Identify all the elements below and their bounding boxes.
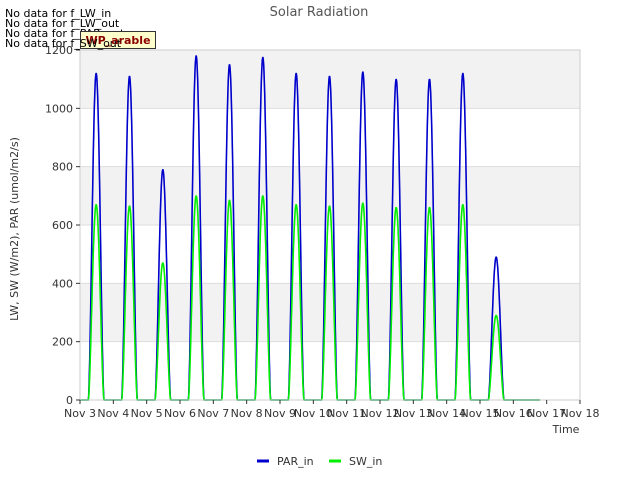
legend-label: PAR_in [277, 455, 314, 468]
y-tick-label: 0 [66, 394, 73, 407]
x-axis-label: Time [552, 423, 580, 436]
background-bands [80, 50, 580, 342]
x-tick-label: Nov 6 [164, 407, 196, 420]
x-tick-label: Nov 3 [64, 407, 96, 420]
x-tick-label: Nov 18 [561, 407, 600, 420]
y-axis-ticks: 020040060080010001200 [45, 44, 80, 407]
no-data-message: No data for f_SW_out [5, 37, 122, 50]
x-tick-label: Nov 7 [197, 407, 229, 420]
y-axis-label: LW, SW (W/m2), PAR (umol/m2/s) [8, 137, 21, 321]
chart-title: Solar Radiation [270, 5, 369, 20]
solar-radiation-chart: 020040060080010001200 Nov 3 Nov 4 Nov 5 Nov… [8, 5, 599, 468]
y-tick-label: 600 [52, 219, 73, 232]
y-tick-label: 800 [52, 161, 73, 174]
x-tick-label: Nov 8 [231, 407, 263, 420]
y-tick-label: 400 [52, 277, 73, 290]
y-tick-label: 200 [52, 336, 73, 349]
x-tick-label: Nov 5 [131, 407, 163, 420]
legend: PAR_in SW_in [257, 455, 382, 468]
x-tick-label: Nov 4 [97, 407, 129, 420]
y-tick-label: 1000 [45, 102, 73, 115]
background-band [80, 166, 580, 225]
x-axis-ticks: Nov 3 Nov 4 Nov 5 Nov 6 Nov 7 Nov 8 Nov 9 Nov 1… [64, 400, 599, 420]
x-tick-label: Nov 9 [264, 407, 296, 420]
background-band [80, 283, 580, 342]
legend-label: SW_in [349, 455, 382, 468]
